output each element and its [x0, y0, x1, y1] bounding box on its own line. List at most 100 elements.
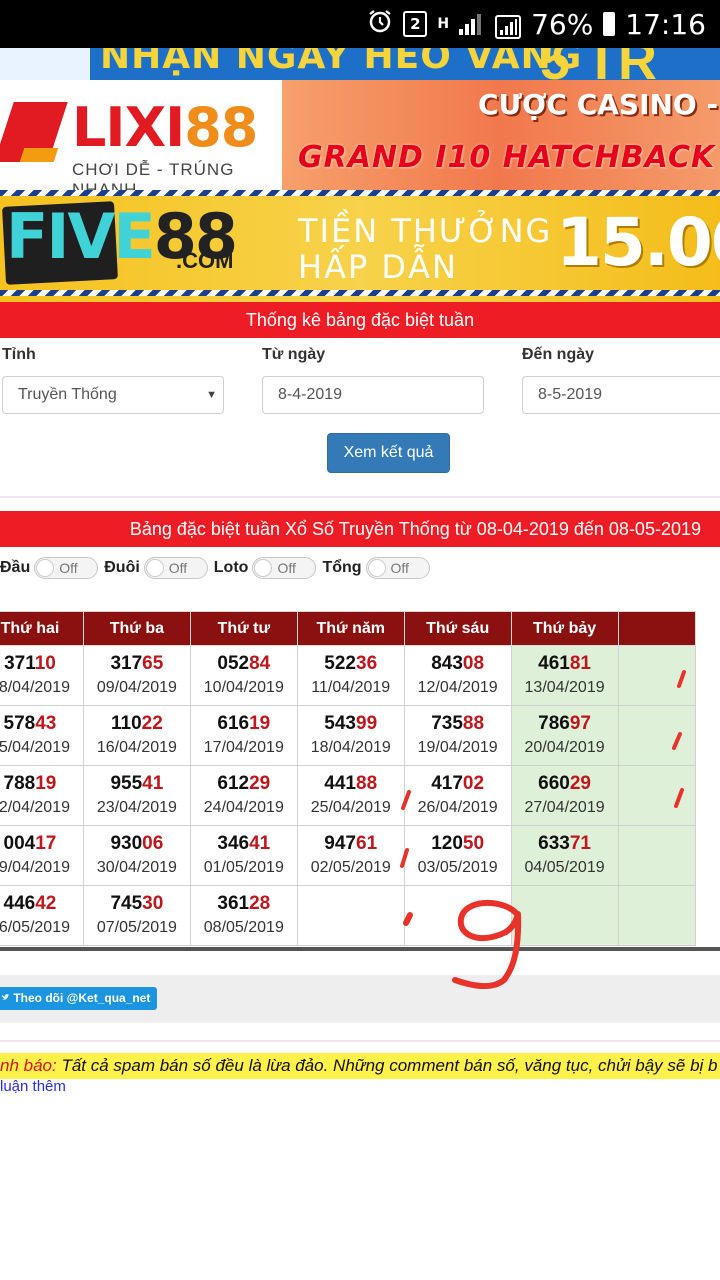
table-body: 37110 08/04/2019 31765 09/04/2019 05284 10/04… — [0, 645, 697, 946]
special-prize-number: 95541 — [84, 773, 190, 795]
number-tail: 41 — [142, 772, 164, 794]
banner-top-text: NHẬN NGAY HEO VÀNG — [100, 48, 583, 77]
toggle-loto[interactable]: Off — [252, 557, 317, 579]
draw-date: 19/04/2019 — [417, 738, 498, 756]
draw-date: 20/04/2019 — [524, 738, 605, 756]
twitter-follow-label: Theo dõi @Ket_qua_net — [13, 991, 151, 1005]
draw-date: 04/05/2019 — [524, 858, 605, 876]
more-comments-link[interactable]: luận thêm — [0, 1078, 66, 1095]
number-tail: 81 — [569, 652, 591, 674]
promo-banner-top[interactable]: NHẬN NGAY HEO VÀNG 5 TR — [0, 48, 720, 80]
draw-date: 24/04/2019 — [203, 798, 284, 816]
toggle-state: Off — [59, 560, 78, 576]
number-tail: 71 — [569, 832, 591, 854]
special-prize-number: 11022 — [84, 713, 190, 735]
sim-badge-icon: 2 — [403, 11, 428, 37]
special-prize-number: 41702 — [405, 773, 511, 795]
special-prize-number: 31765 — [84, 653, 190, 675]
result-cell: 44188 25/04/2019 — [296, 765, 405, 826]
number-head: 745 — [110, 892, 143, 914]
special-prize-number: 12050 — [405, 833, 511, 855]
toggle-state: Off — [390, 560, 409, 576]
form-header: Thống kê bảng đặc biệt tuần — [0, 302, 720, 338]
number-head: 446 — [3, 892, 36, 914]
view-results-button[interactable]: Xem kết quả — [327, 433, 450, 473]
toggle-knob — [36, 559, 55, 577]
special-prize-number: 52236 — [298, 653, 404, 675]
number-tail: 84 — [249, 652, 271, 674]
result-cell: 52236 11/04/2019 — [296, 645, 405, 706]
result-cell: 94761 02/05/2019 — [296, 825, 405, 886]
results-table-wrapper: Thứ hai Thứ ba Thứ tư Thứ năm Thứ sáu Thứ bảy… — [0, 611, 720, 951]
lixi88-promo-line2: GRAND I10 HATCHBACK 1.0 AT — [298, 140, 720, 175]
province-select[interactable]: Truyền Thống ▼ — [2, 376, 224, 414]
number-tail: 43 — [35, 712, 57, 734]
result-cell: 36128 08/05/2019 — [189, 885, 298, 946]
number-head: 616 — [217, 712, 250, 734]
toggle-duoi[interactable]: Off — [143, 557, 208, 579]
result-cell: 11022 16/04/2019 — [82, 705, 191, 766]
clock-time: 17:16 — [625, 7, 706, 41]
signal-sim2-icon — [495, 13, 522, 39]
toggle-label-duoi: Đuôi — [104, 559, 140, 576]
table-row: 44642 06/05/2019 74530 07/05/2019 36128 08/05… — [0, 885, 697, 946]
column-header: Thứ sáu — [403, 611, 512, 646]
draw-date: 27/04/2019 — [524, 798, 605, 816]
table-header-row: Thứ hai Thứ ba Thứ tư Thứ năm Thứ sáu Thứ bảy — [0, 611, 697, 646]
special-prize-number: 00417 — [0, 833, 83, 855]
number-head: 346 — [217, 832, 250, 854]
number-head: 110 — [110, 712, 142, 734]
number-tail: 50 — [462, 832, 485, 854]
promo-banner-five88[interactable]: FIVE88 .COM TIỀN THƯỞNG HẤP DẪN 15.000 — [0, 190, 720, 302]
divider — [0, 496, 720, 498]
number-head: 361 — [217, 892, 250, 914]
number-tail: 65 — [142, 652, 164, 674]
toggle-dau[interactable]: Off — [34, 557, 99, 579]
lixi88-brand: LIXI88 — [72, 96, 258, 159]
table-row: 37110 08/04/2019 31765 09/04/2019 05284 10/04… — [0, 645, 697, 706]
stripe-bottom — [0, 290, 720, 296]
from-date-input[interactable]: 8-4-2019 — [262, 376, 484, 414]
number-head: 955 — [110, 772, 143, 794]
toggle-bar: Đầu Off Đuôi Off Loto Off Tổng Off — [0, 556, 436, 580]
toggle-tong[interactable]: Off — [365, 557, 430, 579]
number-tail: 30 — [142, 892, 164, 914]
number-head: 633 — [538, 832, 570, 854]
draw-date: 08/05/2019 — [203, 918, 284, 936]
number-tail: 06 — [142, 832, 164, 854]
empty-cell — [617, 765, 697, 826]
number-head: 461 — [538, 652, 570, 674]
number-head: 543 — [324, 712, 356, 734]
signal-icon — [459, 13, 485, 35]
province-label: Tỉnh — [2, 346, 36, 363]
empty-cell — [617, 825, 697, 886]
number-tail: 29 — [249, 772, 271, 794]
to-date-input[interactable]: 8-5-2019 — [522, 376, 720, 414]
draw-date: 10/04/2019 — [203, 678, 284, 696]
column-header: Thứ ba — [82, 611, 191, 646]
draw-date: 06/05/2019 — [0, 918, 70, 936]
number-head: 788 — [3, 772, 36, 794]
draw-date: 01/05/2019 — [203, 858, 284, 876]
number-tail: 97 — [569, 712, 591, 734]
number-tail: 19 — [35, 772, 57, 794]
lixi88-logo: LIXI88 CHƠI DỄ - TRÚNG NHANH — [0, 80, 282, 190]
special-prize-number: 57843 — [0, 713, 83, 735]
promo-banner-lixi88[interactable]: LIXI88 CHƠI DỄ - TRÚNG NHANH CƯỢC CASINO… — [0, 80, 720, 190]
column-header: Thứ tư — [189, 611, 298, 646]
table-row: 57843 15/04/2019 11022 16/04/2019 61619 17/04… — [0, 705, 697, 766]
special-prize-number: 94761 — [298, 833, 404, 855]
number-tail: 88 — [356, 772, 378, 794]
twitter-follow-button[interactable]: Theo dõi @Ket_qua_net — [0, 987, 157, 1010]
five88-promo-line1: TIỀN THƯỞNG — [298, 212, 553, 250]
column-header-offscreen — [617, 611, 697, 646]
spam-warning: nh báo: Tất cả spam bán số đều là lừa đả… — [0, 1053, 720, 1079]
number-head: 786 — [538, 712, 570, 734]
number-tail: 61 — [356, 832, 378, 854]
results-table: Thứ hai Thứ ba Thứ tư Thứ năm Thứ sáu Thứ bảy… — [0, 611, 697, 946]
toggle-knob — [367, 559, 386, 577]
draw-date: 22/04/2019 — [0, 798, 70, 816]
draw-date: 30/04/2019 — [96, 858, 177, 876]
empty-cell — [617, 885, 697, 946]
result-cell: 63371 04/05/2019 — [510, 825, 619, 886]
